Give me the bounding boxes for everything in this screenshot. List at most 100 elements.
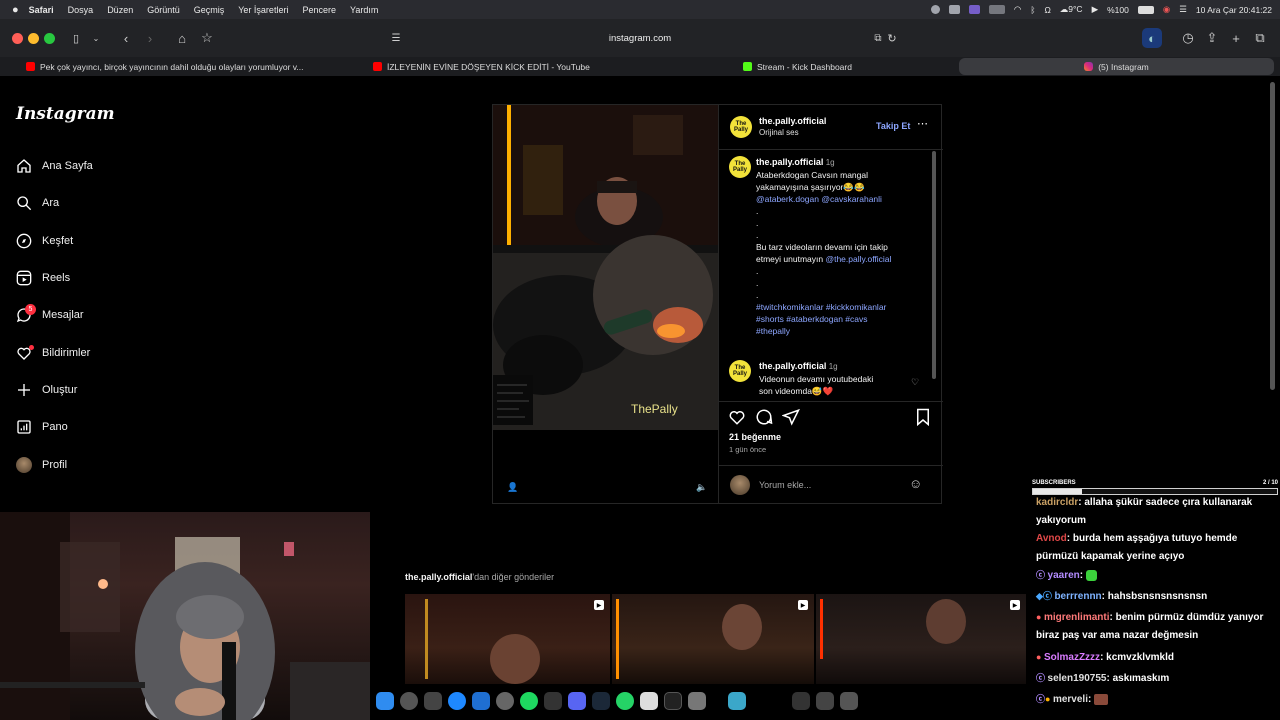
post-thumbnail[interactable]: ▶ xyxy=(405,594,610,684)
likes-count[interactable]: 21 beğenme xyxy=(729,432,781,442)
app-status-icon[interactable] xyxy=(988,5,1005,14)
post-video[interactable]: ThePally 👤 🔈 xyxy=(493,105,718,503)
tab-youtube-edit[interactable]: İZLEYENİN EVİNE DÖŞEYEN KİCK EDİTİ - You… xyxy=(373,57,673,76)
history-icon[interactable]: ◷ xyxy=(1178,28,1198,48)
menu-window[interactable]: Pencere xyxy=(302,5,336,15)
browser-status-icon[interactable]: ◉ xyxy=(1163,4,1170,15)
window-thumb-icon[interactable] xyxy=(816,692,834,710)
control-icon[interactable] xyxy=(968,5,980,14)
post-thumbnail[interactable]: ▶ xyxy=(612,594,814,684)
window-thumb-icon[interactable] xyxy=(792,692,810,710)
mail-icon[interactable] xyxy=(544,692,562,710)
author-avatar[interactable]: The Pally xyxy=(730,116,752,138)
screen-share-icon[interactable] xyxy=(948,5,960,14)
app-grid-icon[interactable] xyxy=(424,692,442,710)
caption-hashtags-1[interactable]: #twitchkomikanlar #kickkomikanlar xyxy=(756,301,928,313)
obs-icon[interactable] xyxy=(496,692,514,710)
caption-avatar[interactable]: The Pally xyxy=(729,156,751,178)
address-bar[interactable]: instagram.com xyxy=(380,27,900,49)
spotify-icon[interactable] xyxy=(520,692,538,710)
caption-cta-mention[interactable]: @the.pally.official xyxy=(825,254,891,264)
control-center-icon[interactable]: ☰ xyxy=(1179,4,1187,15)
menu-edit[interactable]: Düzen xyxy=(107,5,133,15)
caption-username[interactable]: the.pally.official xyxy=(756,157,823,167)
instagram-logo[interactable]: Instagram xyxy=(16,104,115,124)
weather[interactable]: ☁9°C xyxy=(1060,4,1083,15)
nav-home[interactable]: Ana Sayfa xyxy=(16,158,93,174)
tab-youtube-comment[interactable]: Pek çok yayıncı, birçok yayıncının dahil… xyxy=(26,57,336,76)
more-options-icon[interactable]: ⋯ xyxy=(917,117,928,130)
close-window-button[interactable] xyxy=(12,33,23,44)
status-icon[interactable] xyxy=(930,5,940,14)
tab-overview-icon[interactable]: ⧉ xyxy=(1250,28,1270,48)
author-username[interactable]: the.pally.official xyxy=(759,116,826,126)
reload-icon[interactable]: ↻ xyxy=(882,28,902,48)
nav-create[interactable]: Oluştur xyxy=(16,382,77,398)
discord-icon[interactable] xyxy=(568,692,586,710)
minimize-window-button[interactable] xyxy=(28,33,39,44)
battery-percent[interactable]: %100 xyxy=(1107,5,1129,15)
back-button[interactable]: ‹ xyxy=(116,28,136,48)
notes-icon[interactable] xyxy=(640,692,658,710)
menu-bookmarks[interactable]: Yer İşaretleri xyxy=(238,5,288,15)
nav-profile[interactable]: Profil xyxy=(16,457,67,473)
tab-kick-dashboard[interactable]: Stream - Kick Dashboard xyxy=(743,57,943,76)
forward-button[interactable]: › xyxy=(140,28,160,48)
home-icon[interactable]: ⌂ xyxy=(172,28,192,48)
page-scrollbar[interactable] xyxy=(1270,82,1275,390)
zoom-window-button[interactable] xyxy=(44,33,55,44)
trash-icon[interactable] xyxy=(840,692,858,710)
more-posts-owner[interactable]: the.pally.official xyxy=(405,572,472,582)
nav-dashboard[interactable]: Pano xyxy=(16,419,68,435)
audio-label[interactable]: Orijinal ses xyxy=(759,128,799,137)
whatsapp-icon[interactable] xyxy=(616,692,634,710)
follow-button[interactable]: Takip Et xyxy=(876,121,910,131)
launchpad-icon[interactable] xyxy=(400,692,418,710)
folder-icon[interactable] xyxy=(728,692,746,710)
terminal-icon[interactable] xyxy=(664,692,682,710)
caption-hashtags-2[interactable]: #shorts #ataberkdogan #cavs xyxy=(756,313,928,325)
share-send-icon[interactable] xyxy=(782,408,800,426)
bookmark-star-icon[interactable]: ☆ xyxy=(197,28,217,48)
nav-reels[interactable]: Reels xyxy=(16,270,70,286)
comment-avatar[interactable]: The Pally xyxy=(729,360,751,382)
wifi-icon[interactable]: ◠ xyxy=(1014,4,1021,15)
share-icon[interactable]: ⇪ xyxy=(1202,28,1222,48)
comment-bubble-icon[interactable] xyxy=(755,408,773,426)
nav-search[interactable]: Ara xyxy=(16,195,59,211)
play-icon[interactable]: ▶ xyxy=(1092,4,1099,15)
comments-scrollbar[interactable] xyxy=(932,151,936,379)
finder-icon[interactable] xyxy=(376,692,394,710)
menu-history[interactable]: Geçmiş xyxy=(194,5,225,15)
caption-hashtags-3[interactable]: #thepally xyxy=(756,325,928,337)
safari-icon[interactable] xyxy=(448,692,466,710)
nav-explore[interactable]: Keşfet xyxy=(16,233,73,249)
disk-utility-icon[interactable] xyxy=(688,692,706,710)
page-menu-icon[interactable]: ☰ xyxy=(386,28,406,48)
extension-icon[interactable]: ◐ xyxy=(1142,28,1162,48)
comment-like-icon[interactable]: ♡ xyxy=(911,377,919,388)
steam-icon[interactable] xyxy=(592,692,610,710)
caption-mentions[interactable]: @ataberk.dogan @cavskarahanli xyxy=(756,193,928,205)
save-bookmark-icon[interactable] xyxy=(915,408,931,426)
headphones-icon[interactable]: Ω xyxy=(1044,5,1050,15)
apple-icon[interactable]: ● xyxy=(12,4,19,16)
menu-app-name[interactable]: Safari xyxy=(29,5,54,15)
menu-file[interactable]: Dosya xyxy=(68,5,94,15)
datetime[interactable]: 10 Ara Çar 20:41:22 xyxy=(1196,5,1272,15)
menu-help[interactable]: Yardım xyxy=(350,5,378,15)
post-thumbnail[interactable]: ▶ xyxy=(816,594,1026,684)
emoji-icon[interactable]: ☺ xyxy=(909,476,922,491)
tagged-people-icon[interactable]: 👤 xyxy=(507,482,518,493)
battery-icon[interactable] xyxy=(1137,5,1154,14)
nav-notifications[interactable]: Bildirimler xyxy=(16,345,90,361)
sidebar-toggle-icon[interactable]: ▯ xyxy=(66,28,86,48)
tab-instagram[interactable]: (5) Instagram xyxy=(959,58,1274,75)
like-heart-icon[interactable] xyxy=(728,408,746,426)
bluetooth-icon[interactable]: ᛒ xyxy=(1030,5,1035,15)
chevron-down-icon[interactable]: ⌄ xyxy=(86,28,106,48)
new-tab-icon[interactable]: + xyxy=(1226,28,1246,48)
volume-icon[interactable]: 🔈 xyxy=(696,482,707,493)
comment-input[interactable]: Yorum ekle... xyxy=(759,476,909,494)
app-store-icon[interactable] xyxy=(472,692,490,710)
